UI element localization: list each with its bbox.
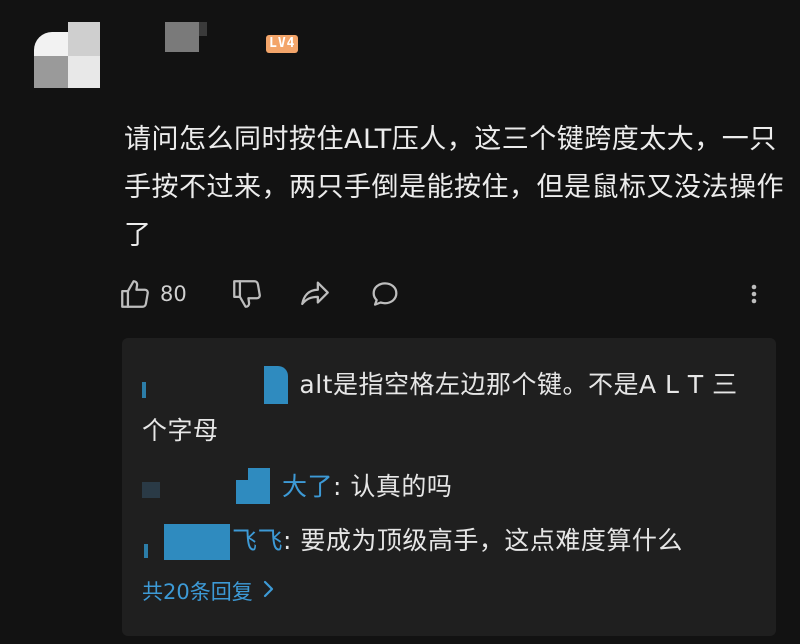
- replies-panel: : alt是指空格左边那个键。不是A L T 三个字母 大了: 认真的吗 飞飞:…: [122, 338, 776, 636]
- view-all-replies-link[interactable]: 共20条回复: [142, 576, 275, 606]
- reply-button[interactable]: [368, 272, 402, 316]
- more-replies-label: 共20条回复: [142, 580, 253, 604]
- share-icon: [298, 277, 332, 311]
- comment-actions: 80: [118, 272, 778, 316]
- chevron-right-icon: [253, 578, 275, 605]
- level-badge: LV4: [266, 35, 299, 53]
- thumbs-up-icon: [118, 277, 152, 311]
- comment-text: 请问怎么同时按住ALT压人，这三个键跨度太大，一只手按不过来，两只手倒是能按住，…: [124, 124, 784, 251]
- reply-username-redacted[interactable]: [142, 366, 288, 406]
- like-count: 80: [160, 282, 187, 306]
- avatar-mosaic-block: [34, 56, 68, 88]
- reply-text: : 要成为顶级高手，这点难度算什么: [283, 526, 683, 555]
- more-vertical-icon: [742, 277, 766, 311]
- reply-item[interactable]: : alt是指空格左边那个键。不是A L T 三个字母: [142, 362, 742, 454]
- reply-username[interactable]: 飞飞: [232, 526, 283, 555]
- reply-item[interactable]: 飞飞: 要成为顶级高手，这点难度算什么: [142, 518, 742, 564]
- avatar-mosaic-block: [34, 32, 68, 56]
- share-button[interactable]: [298, 272, 332, 316]
- reply-item[interactable]: 大了: 认真的吗: [142, 464, 742, 510]
- dislike-button[interactable]: [230, 272, 264, 316]
- reply-username[interactable]: 大了: [282, 472, 333, 501]
- like-button[interactable]: 80: [118, 272, 187, 316]
- more-options-button[interactable]: [742, 272, 766, 316]
- avatar-mosaic-block: [68, 22, 100, 56]
- username-redacted[interactable]: [165, 22, 207, 52]
- avatar[interactable]: [34, 22, 100, 88]
- reply-text: : 认真的吗: [333, 472, 453, 501]
- reply-username-redacted[interactable]: [142, 522, 232, 562]
- avatar-mosaic-block: [68, 56, 100, 88]
- thumbs-down-icon: [230, 277, 264, 311]
- comment-bubble-icon: [368, 277, 402, 311]
- reply-username-redacted[interactable]: [142, 468, 282, 508]
